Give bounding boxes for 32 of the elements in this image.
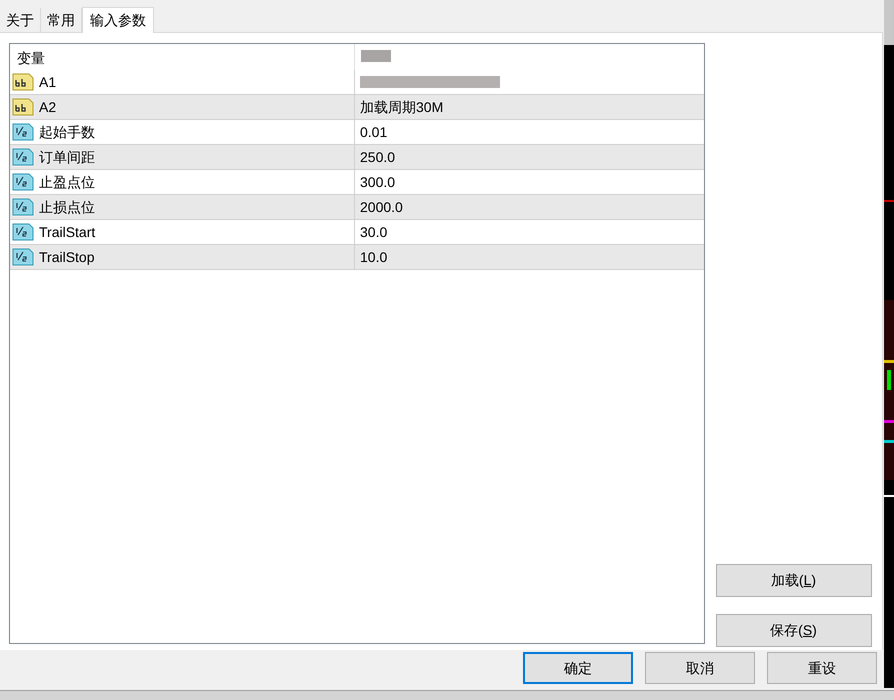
side-button[interactable]: 加载(L): [716, 564, 872, 597]
parameter-value: 加载周期30M: [360, 98, 444, 116]
parameter-value: 2000.0: [360, 198, 403, 216]
dialog-button[interactable]: 重设: [767, 652, 878, 684]
parameter-name: 止盈点位: [39, 172, 95, 192]
blurred-text-drawing: [361, 50, 391, 62]
parameter-value: 250.0: [360, 148, 396, 166]
parameter-name: TrailStop: [39, 248, 95, 267]
string-type-icon: [12, 97, 34, 117]
parameter-value: 0.01: [360, 122, 388, 142]
tab[interactable]: 输入参数: [82, 7, 154, 33]
dialog-button[interactable]: 确定: [523, 652, 634, 684]
number-type-icon: [12, 197, 34, 217]
parameter-value: 300.0: [360, 172, 396, 192]
column-header: 变量: [17, 50, 45, 66]
parameter-name: A2: [39, 98, 56, 116]
parameter-name: 止损点位: [39, 198, 95, 216]
parameter-name: 订单间距: [39, 148, 95, 166]
number-type-icon: [12, 222, 34, 242]
parameter-value: 10.0: [360, 248, 388, 266]
side-button[interactable]: 保存(S): [716, 614, 872, 647]
parameter-name: A1: [39, 72, 56, 92]
tab[interactable]: 关于: [0, 8, 41, 32]
number-type-icon: [12, 147, 34, 167]
parameter-value: 30.0: [360, 222, 388, 242]
dialog-button[interactable]: 取消: [645, 652, 756, 684]
number-type-icon: [12, 122, 34, 142]
string-type-icon: [12, 72, 34, 92]
number-type-icon: [12, 172, 34, 192]
number-type-icon: [12, 247, 34, 267]
parameter-name: TrailStart: [39, 222, 96, 242]
parameter-name: 起始手数: [39, 122, 95, 142]
